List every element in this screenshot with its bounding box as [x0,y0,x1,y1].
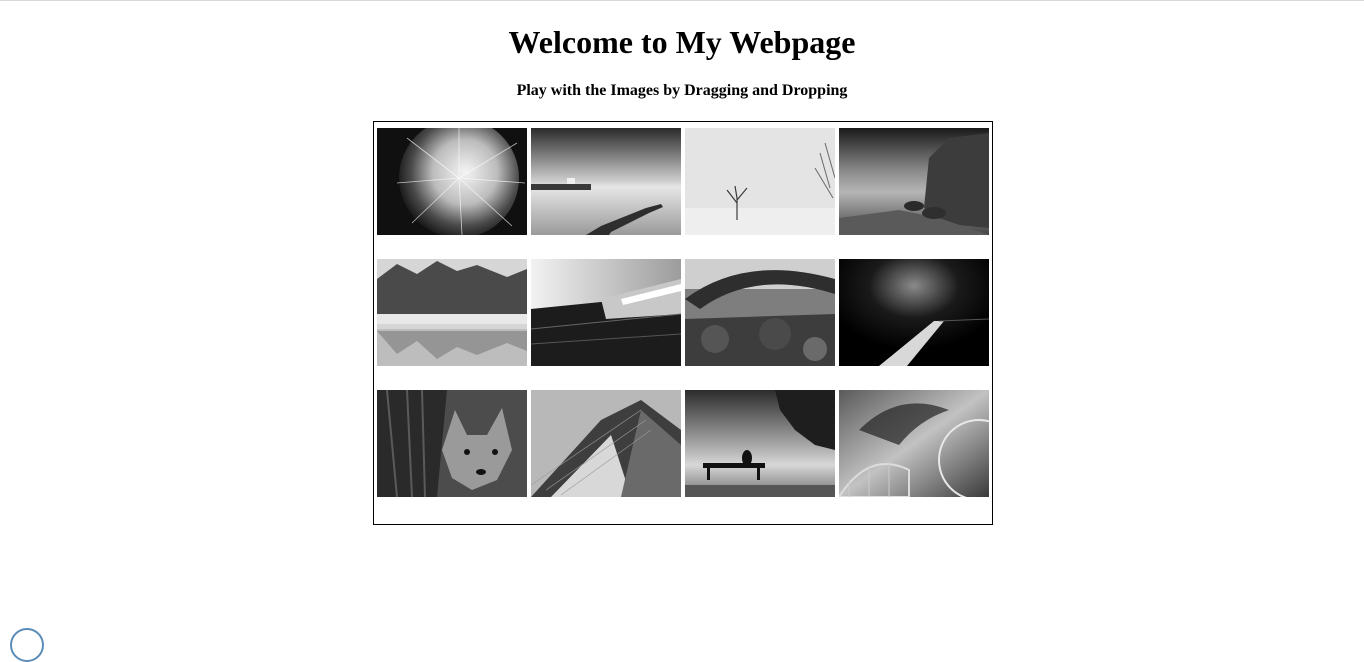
page-title: Welcome to My Webpage [508,24,856,60]
gallery-image-dandelion[interactable] [377,128,527,235]
page-subtitle: Play with the Images by Dragging and Dro… [516,82,848,99]
gallery-image-architecture[interactable] [531,259,681,366]
image-gallery [373,121,993,525]
gallery-image-fox[interactable] [377,390,527,497]
gallery-image-rock-arch[interactable] [685,259,835,366]
gallery-image-bench[interactable] [685,390,835,497]
gallery-image-sea-cliffs[interactable] [839,128,989,235]
gallery-image-misty-lake[interactable] [377,259,527,366]
floating-circle-icon[interactable] [10,628,44,662]
gallery-image-rollercoaster[interactable] [839,390,989,497]
gallery-image-skyscraper[interactable] [531,390,681,497]
top-divider [0,0,1364,1]
gallery-image-coastline[interactable] [531,128,681,235]
gallery-image-foggy-tree[interactable] [685,128,835,235]
gallery-image-pier[interactable] [839,259,989,366]
